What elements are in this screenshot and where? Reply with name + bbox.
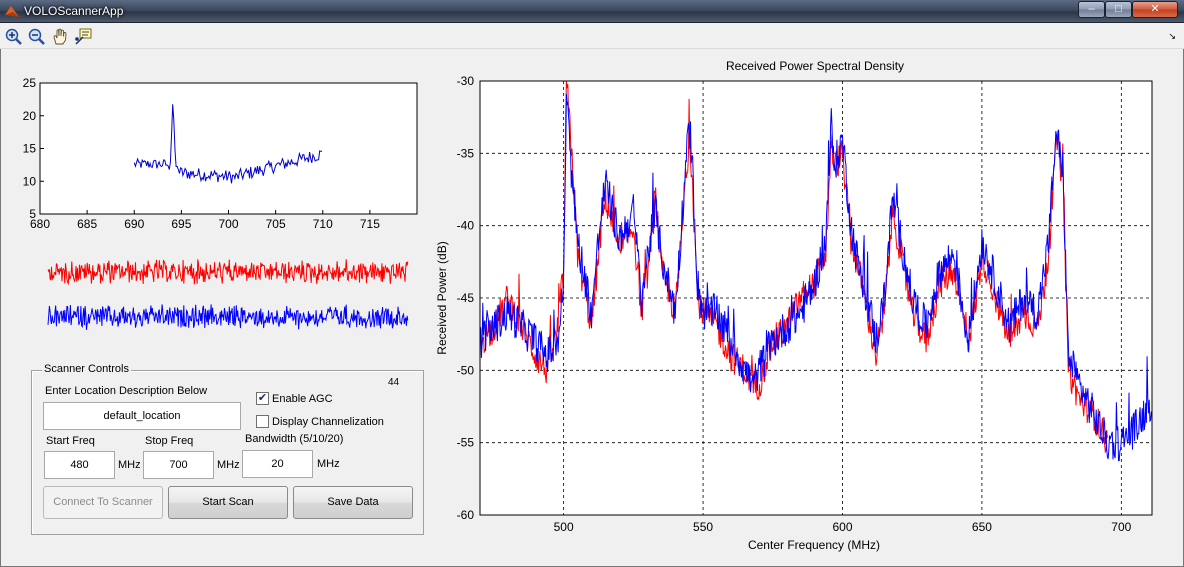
stop-freq-label: Stop Freq: [145, 435, 194, 447]
psd-y-tick-label: -30: [457, 74, 475, 88]
enable-agc-label: Enable AGC: [272, 393, 333, 405]
start-freq-input[interactable]: 480: [44, 451, 115, 479]
psd-y-tick-label: -40: [457, 219, 475, 233]
small-plot-x-tick-label: 690: [124, 217, 144, 231]
location-label: Enter Location Description Below: [45, 385, 208, 397]
scanner-controls-title: Scanner Controls: [42, 363, 131, 375]
signal-strip-i: [47, 259, 409, 286]
pan-hand-icon[interactable]: [51, 27, 70, 46]
small-plot-x-tick-label: 685: [77, 217, 97, 231]
location-input[interactable]: default_location: [43, 402, 241, 430]
minimize-button[interactable]: –: [1078, 1, 1105, 18]
psd-y-tick-label: -35: [457, 146, 475, 160]
stop-freq-input[interactable]: 700: [143, 451, 214, 479]
x-axis-label: Center Frequency (MHz): [748, 538, 880, 552]
psd-x-tick-label: 650: [972, 520, 992, 534]
start-scan-button[interactable]: Start Scan: [168, 486, 288, 519]
zoom-in-icon[interactable]: [4, 27, 23, 46]
small-plot-y-tick-label: 20: [23, 109, 37, 123]
start-freq-unit: MHz: [118, 459, 141, 471]
psd-y-tick-label: -55: [457, 436, 475, 450]
psd-chart: Received Power Spectral Density 500 550 60…: [435, 59, 1153, 552]
stop-freq-unit: MHz: [217, 459, 240, 471]
matlab-app-icon: [5, 6, 19, 17]
psd-y-tick-label: -45: [457, 291, 475, 305]
window-title: VOLOScannerApp: [24, 4, 124, 18]
enable-agc-checkbox[interactable]: ✔: [256, 392, 269, 405]
bandwidth-input[interactable]: 20: [242, 450, 313, 478]
small-plot-x-tick-label: 710: [313, 217, 333, 231]
zoom-out-icon[interactable]: [27, 27, 46, 46]
connect-to-scanner-button[interactable]: Connect To Scanner: [43, 486, 163, 519]
small-plot-x-tick-label: 700: [218, 217, 238, 231]
close-button[interactable]: ✕: [1132, 1, 1178, 18]
small-plot-y-tick-label: 10: [23, 174, 37, 188]
start-freq-label: Start Freq: [46, 435, 95, 447]
iq-signal-strips: [47, 259, 409, 330]
y-axis-label: Received Power (dB): [435, 241, 449, 354]
small-plot-axes-box: [39, 82, 418, 215]
display-channelization-label: Display Channelization: [272, 416, 384, 428]
small-plot-x-tick-label: 695: [171, 217, 191, 231]
psd-x-tick-label: 550: [693, 520, 713, 534]
small-plot-y-tick-label: 5: [29, 207, 36, 221]
title-bar: VOLOScannerApp – □ ✕: [0, 0, 1184, 23]
counter-label: 44: [388, 377, 400, 388]
figure-toolbar: ↘: [0, 24, 1184, 49]
small-plot-x-tick-label: 715: [360, 217, 380, 231]
psd-x-ticks: 500 550 600 650 700: [554, 520, 1132, 534]
psd-y-tick-label: -50: [457, 363, 475, 377]
bandwidth-unit: MHz: [317, 458, 340, 470]
psd-y-tick-label: -60: [457, 508, 475, 522]
save-data-button[interactable]: Save Data: [293, 486, 413, 519]
display-channelization-checkbox[interactable]: [256, 415, 269, 428]
signal-strip-q: [47, 304, 409, 330]
dock-arrow-icon[interactable]: ↘: [1168, 31, 1176, 42]
received-level-plot: 680 685 690 695 700 705 710 715 252015105: [23, 76, 418, 231]
small-plot-x-tick-label: 705: [266, 217, 286, 231]
bandwidth-label: Bandwidth (5/10/20): [245, 433, 344, 445]
psd-y-ticks: -30 -35 -40 -45 -50 -55 -60: [457, 74, 475, 522]
psd-x-tick-label: 700: [1111, 520, 1131, 534]
small-plot-y-tick-label: 15: [23, 142, 37, 156]
chart-title: Received Power Spectral Density: [726, 59, 904, 73]
psd-x-tick-label: 600: [832, 520, 852, 534]
maximize-button[interactable]: □: [1105, 1, 1132, 18]
psd-x-tick-label: 500: [554, 520, 574, 534]
small-plot-y-tick-label: 25: [23, 76, 37, 90]
checkmark-icon: ✔: [257, 392, 268, 404]
data-cursor-icon[interactable]: [74, 27, 93, 46]
